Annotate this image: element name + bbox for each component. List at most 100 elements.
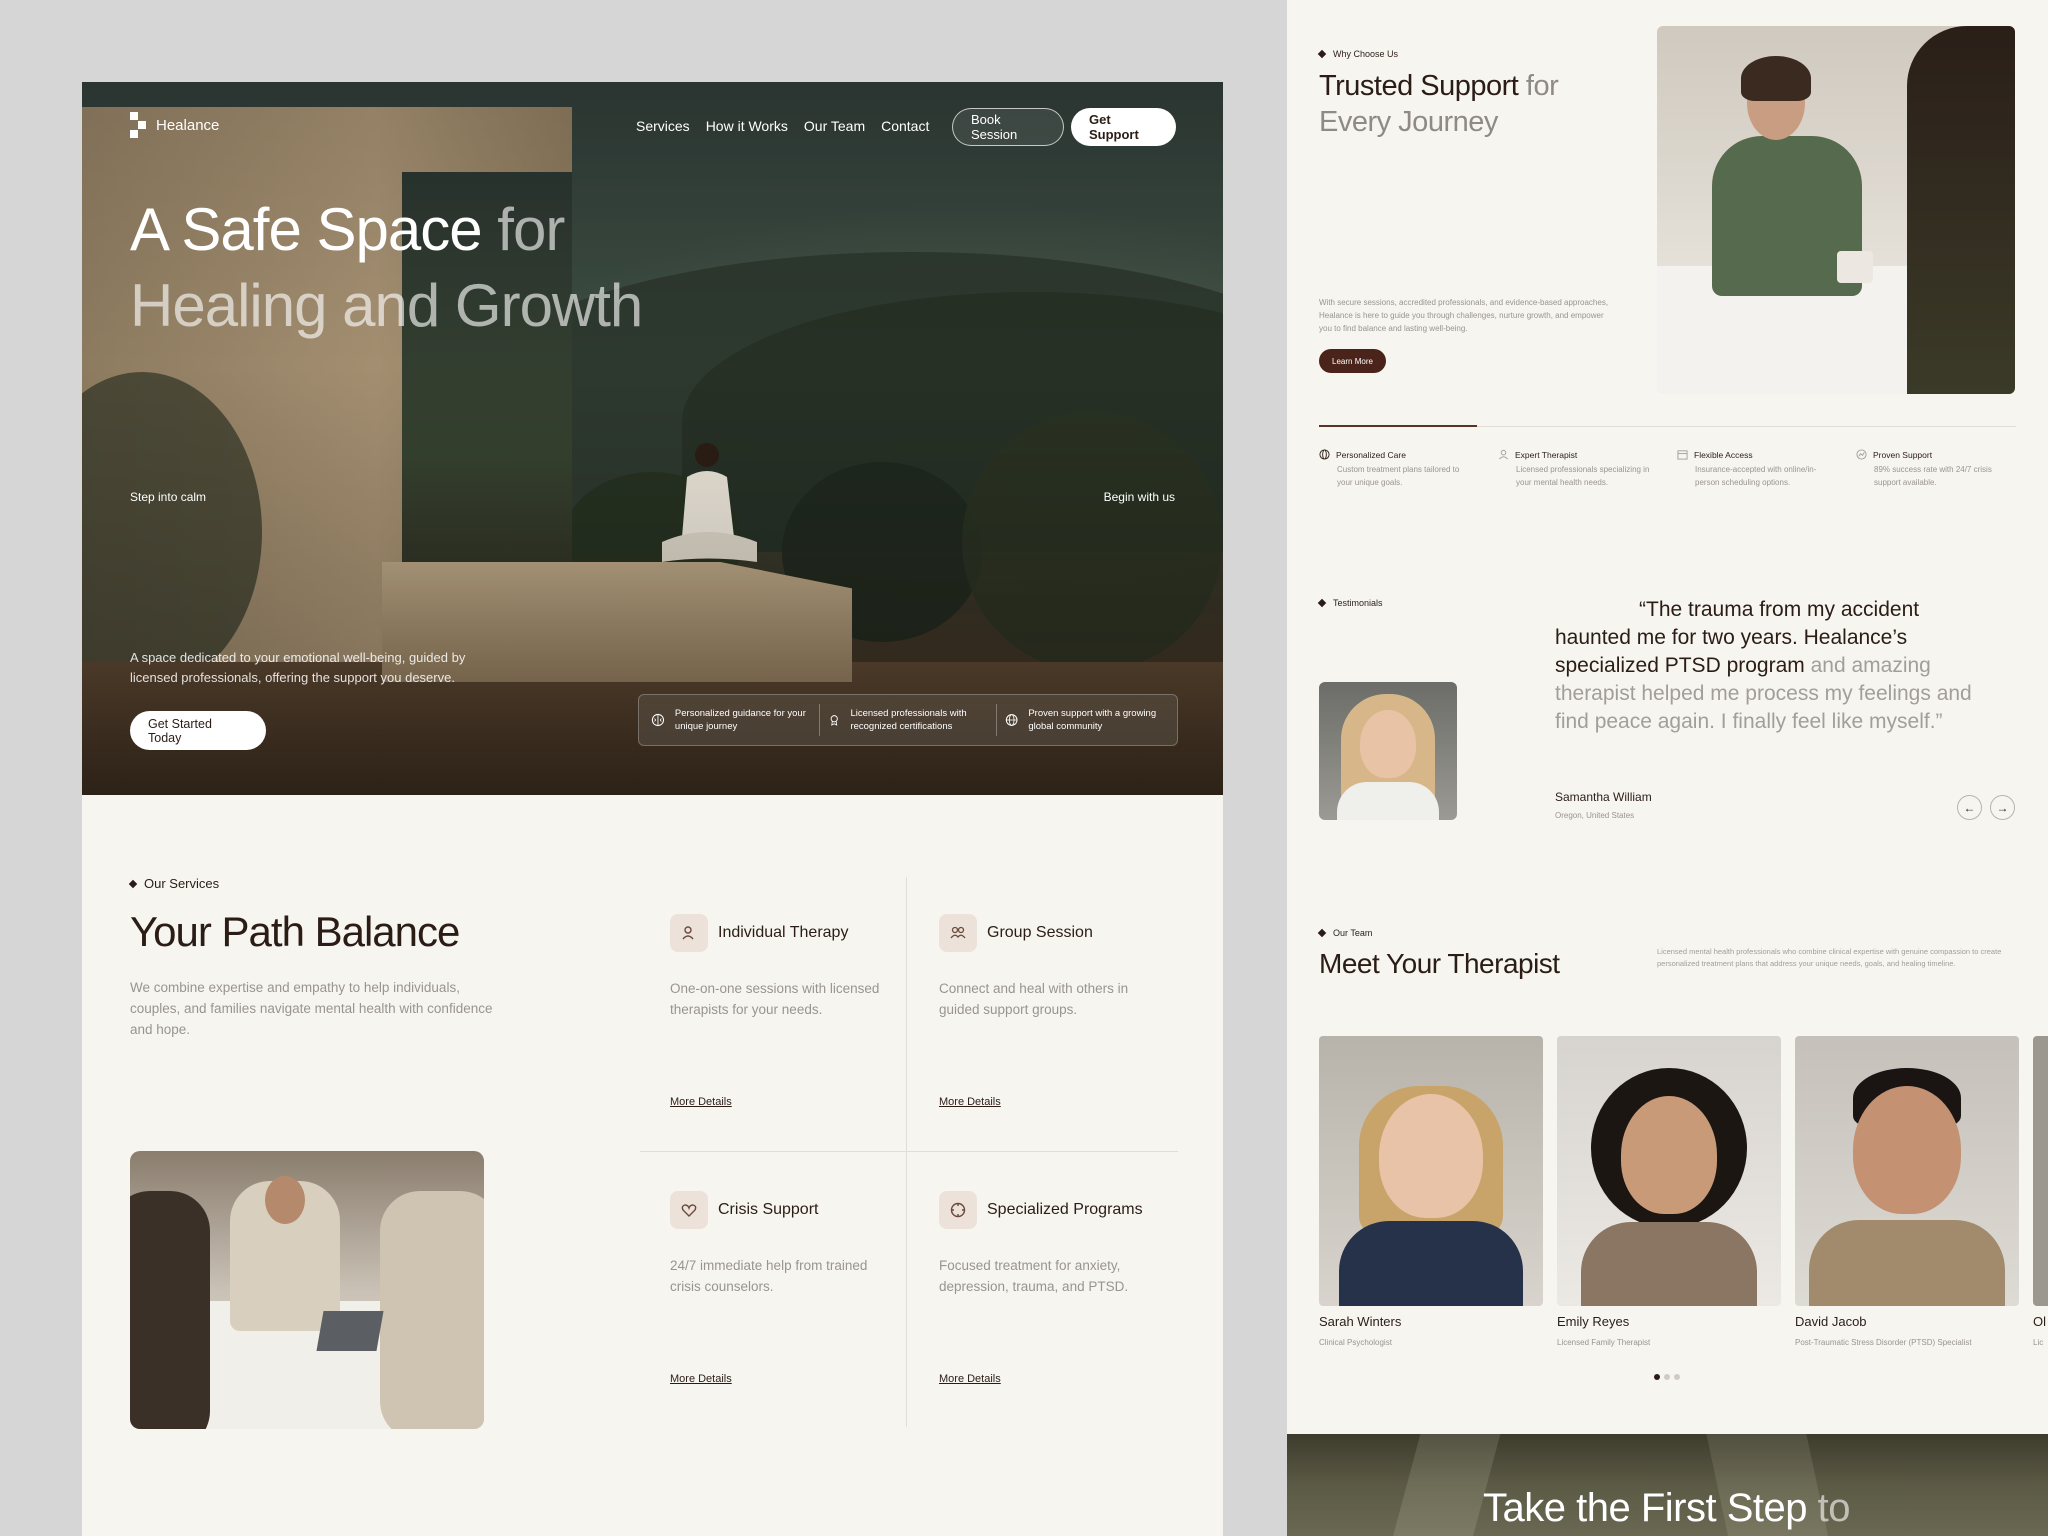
- nav-link-our-team[interactable]: Our Team: [804, 118, 865, 134]
- therapist-card-photo[interactable]: [1319, 1036, 1543, 1306]
- therapist-role: Licensed Family Therapist: [1557, 1338, 1651, 1347]
- services-tag: Our Services: [130, 876, 219, 891]
- service-more-details-link[interactable]: More Details: [670, 1373, 732, 1385]
- hero-title: A Safe Space for Healing and Growth: [130, 192, 830, 344]
- face-shape: [1379, 1094, 1483, 1218]
- globe-icon: [1319, 449, 1330, 460]
- nav-link-contact[interactable]: Contact: [881, 118, 929, 134]
- book-session-button[interactable]: Book Session: [952, 108, 1064, 146]
- why-feature-desc: 89% success rate with 24/7 crisis suppor…: [1874, 465, 1992, 487]
- why-feature-item[interactable]: Proven Support 89% success rate with 24/…: [1856, 449, 2016, 489]
- arrow-right-icon: →: [1996, 800, 2009, 815]
- why-feature-desc: Insurance-accepted with online/in-person…: [1695, 465, 1817, 487]
- get-started-button[interactable]: Get Started Today: [130, 711, 266, 750]
- divider: [996, 704, 997, 736]
- therapist-name: Ol: [2033, 1314, 2046, 1329]
- face-shape: [1853, 1086, 1961, 1214]
- dot[interactable]: [1664, 1374, 1670, 1380]
- hero-feature-text: Proven support with a growing global com…: [1028, 708, 1157, 732]
- nav-link-services[interactable]: Services: [636, 118, 690, 134]
- why-title-line2: Every Journey: [1319, 106, 1498, 138]
- why-feature-desc: Licensed professionals specializing in y…: [1516, 465, 1650, 487]
- globe-icon: [1005, 714, 1018, 726]
- face-shape: [265, 1176, 305, 1224]
- testimonial-tag: Testimonials: [1319, 598, 1383, 608]
- testimonial-name: Samantha William: [1555, 790, 1652, 804]
- main-nav: Services How it Works Our Team Contact: [636, 118, 945, 134]
- learn-more-button[interactable]: Learn More: [1319, 349, 1386, 373]
- team-title: Meet Your Therapist: [1319, 948, 1560, 979]
- laptop-shape: [316, 1311, 384, 1351]
- why-title-main: Trusted Support: [1319, 70, 1519, 102]
- service-more-details-link[interactable]: More Details: [670, 1096, 732, 1108]
- service-title: Individual Therapy: [718, 924, 849, 941]
- brain-icon: [651, 713, 665, 727]
- person-shape: [380, 1191, 484, 1429]
- service-more-details-link[interactable]: More Details: [939, 1096, 1001, 1108]
- active-tab-indicator: [1319, 425, 1477, 427]
- why-feature-title: Personalized Care: [1336, 449, 1406, 460]
- hero-feature-text: Personalized guidance for your unique jo…: [674, 708, 806, 732]
- cta-title: Take the First Step to: [1483, 1486, 1850, 1531]
- prev-arrow-button[interactable]: ←: [1957, 795, 1982, 820]
- hero-feature-item: Licensed professionals with recognized c…: [828, 707, 988, 733]
- service-title: Specialized Programs: [987, 1201, 1143, 1218]
- hero-title-line2: Healing and Growth: [130, 272, 643, 339]
- landing-page-left: Healance Services How it Works Our Team …: [82, 82, 1223, 1536]
- therapist-name: David Jacob: [1795, 1314, 1867, 1329]
- shirt-shape: [1337, 782, 1439, 820]
- cta-title-main: Take the First Step: [1483, 1486, 1807, 1530]
- therapist-name: Emily Reyes: [1557, 1314, 1630, 1329]
- shirt-shape: [1809, 1220, 2005, 1306]
- service-card[interactable]: Group Session Connect and heal with othe…: [939, 914, 1189, 1020]
- testimonial-location: Oregon, United States: [1555, 811, 1635, 820]
- team-description: Licensed mental health professionals who…: [1657, 947, 2002, 968]
- shirt-shape: [1581, 1222, 1757, 1306]
- nav-link-how-it-works[interactable]: How it Works: [706, 118, 788, 134]
- why-feature-title: Proven Support: [1873, 449, 1933, 460]
- therapist-role: Lic: [2033, 1338, 2044, 1347]
- therapist-card-photo[interactable]: [2033, 1036, 2048, 1306]
- team-tag: Our Team: [1319, 928, 1372, 938]
- why-feature-item[interactable]: Personalized Care Custom treatment plans…: [1319, 449, 1479, 489]
- why-title-for: for: [1518, 70, 1559, 102]
- testimonial-avatar: [1319, 682, 1457, 820]
- service-description: One-on-one sessions with licensed therap…: [670, 981, 880, 1017]
- dot-active[interactable]: [1654, 1374, 1660, 1380]
- why-title: Trusted Support for Every Journey: [1319, 68, 1559, 140]
- logo-icon: [130, 112, 148, 138]
- service-card[interactable]: Specialized Programs Focused treatment f…: [939, 1191, 1189, 1297]
- hero-right-caption: Begin with us: [1103, 490, 1175, 504]
- face-shape: [1621, 1096, 1717, 1214]
- service-description: 24/7 immediate help from trained crisis …: [670, 1258, 868, 1294]
- hero-feature-bar: Personalized guidance for your unique jo…: [638, 694, 1178, 746]
- person-shape: [1907, 26, 2015, 394]
- brand-logo[interactable]: Healance: [130, 112, 219, 138]
- hero-feature-item: Proven support with a growing global com…: [1005, 707, 1165, 733]
- why-feature-item[interactable]: Flexible Access Insurance-accepted with …: [1677, 449, 1837, 489]
- carousel-dots: [1654, 1374, 1680, 1380]
- arrow-left-icon: ←: [1963, 800, 1976, 815]
- hero-section: Healance Services How it Works Our Team …: [82, 82, 1223, 795]
- hair-shape: [1741, 56, 1811, 101]
- why-feature-title: Flexible Access: [1694, 449, 1753, 460]
- therapy-session-photo: [130, 1151, 484, 1429]
- why-tag: Why Choose Us: [1319, 49, 1398, 59]
- service-card[interactable]: Individual Therapy One-on-one sessions w…: [670, 914, 920, 1020]
- service-more-details-link[interactable]: More Details: [939, 1373, 1001, 1385]
- service-card[interactable]: Crisis Support 24/7 immediate help from …: [670, 1191, 920, 1297]
- dot[interactable]: [1674, 1374, 1680, 1380]
- person-icon: [670, 914, 708, 952]
- therapist-card-photo[interactable]: [1557, 1036, 1781, 1306]
- why-feature-item[interactable]: Expert Therapist Licensed professionals …: [1498, 449, 1658, 489]
- group-icon: [939, 914, 977, 952]
- divider: [819, 704, 820, 736]
- mug-shape: [1837, 251, 1873, 283]
- why-feature-title: Expert Therapist: [1515, 449, 1578, 460]
- therapist-card-photo[interactable]: [1795, 1036, 2019, 1306]
- person-shape: [130, 1191, 210, 1429]
- hero-description: A space dedicated to your emotional well…: [130, 650, 466, 685]
- next-arrow-button[interactable]: →: [1990, 795, 2015, 820]
- chart-icon: [1856, 449, 1867, 460]
- get-support-button[interactable]: Get Support: [1071, 108, 1176, 146]
